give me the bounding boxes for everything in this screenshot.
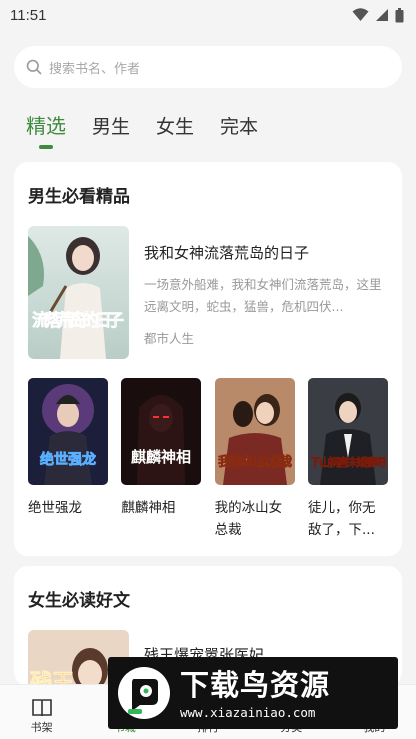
search-placeholder: 搜索书名、作者: [49, 61, 141, 77]
book-cover[interactable]: 绝世强龙: [28, 378, 108, 485]
wifi-icon: [352, 8, 369, 21]
book-cover-text: 麒麟神相: [131, 448, 191, 466]
featured-book-description: 一场意外船难，我和女神们流落荒岛，这里远离文明，蛇虫，猛兽，危机四伏...: [144, 277, 382, 314]
section-title: 男生必看精品: [28, 187, 130, 207]
book-item[interactable]: 下山祸害未婚妻吧 徒儿，你无敌了，下...: [307, 378, 388, 541]
book-item[interactable]: 麒麟神相 麒麟神相: [121, 378, 202, 541]
featured-book-cover[interactable]: 流落荒岛的日子: [28, 226, 129, 359]
book-cover[interactable]: 麒麟神相: [121, 378, 202, 485]
search-bar[interactable]: 搜索书名、作者: [14, 46, 402, 88]
signal-icon: [376, 9, 388, 21]
book-open-icon: [31, 699, 52, 717]
book-title: 我的冰山女总裁: [214, 500, 283, 538]
watermark-url: www.xiazainiao.com: [180, 704, 316, 720]
book-cover[interactable]: 下山祸害未婚妻吧: [307, 378, 388, 485]
featured-cover-text: 流落荒岛的日子: [32, 310, 124, 331]
book-item[interactable]: 绝世强龙 绝世强龙: [28, 378, 108, 541]
book-title: 徒儿，你无敌了，下...: [307, 500, 376, 538]
status-icons: [352, 7, 404, 23]
search-icon: [26, 59, 42, 75]
status-time: 11:51: [10, 6, 47, 24]
book-cover-text: 绝世强龙: [40, 451, 96, 468]
featured-book-title[interactable]: 我和女神流落荒岛的日子: [144, 242, 309, 263]
tab-male[interactable]: 男生: [92, 112, 130, 139]
book-title: 麒麟神相: [121, 500, 176, 516]
book-cover-text: 我的冰山女总裁: [218, 454, 292, 470]
book-cover-text: 下山祸害未婚妻吧: [310, 455, 386, 469]
section-title: 女生必读好文: [28, 591, 130, 611]
nav-label: 书架: [30, 721, 53, 734]
featured-book-category: 都市人生: [144, 331, 195, 346]
tab-completed[interactable]: 完本: [220, 112, 258, 139]
book-cover[interactable]: 我的冰山女总裁: [214, 378, 295, 485]
book-row: 绝世强龙 绝世强龙 麒麟神相 麒麟神相 我的冰山女总裁 我的冰山女总裁 下山祸害…: [28, 378, 388, 541]
nav-bookshelf[interactable]: 书架: [0, 685, 83, 739]
tab-female[interactable]: 女生: [156, 112, 194, 139]
status-bar: 11:51: [0, 0, 416, 30]
watermark-logo-icon: [118, 667, 170, 719]
male-section-card: 男生必看精品 流落荒岛的日子 我和女神流落荒岛的日子 一场意外船难，我和女神们流…: [14, 162, 402, 556]
watermark-name: 下载鸟资源: [180, 667, 331, 702]
category-tabs: 精选 男生 女生 完本: [26, 110, 258, 139]
battery-icon: [395, 7, 404, 22]
book-item[interactable]: 我的冰山女总裁 我的冰山女总裁: [214, 378, 295, 541]
book-title: 绝世强龙: [28, 500, 82, 516]
tab-featured[interactable]: 精选: [26, 110, 66, 139]
watermark-banner: 下载鸟资源 www.xiazainiao.com: [108, 657, 398, 729]
